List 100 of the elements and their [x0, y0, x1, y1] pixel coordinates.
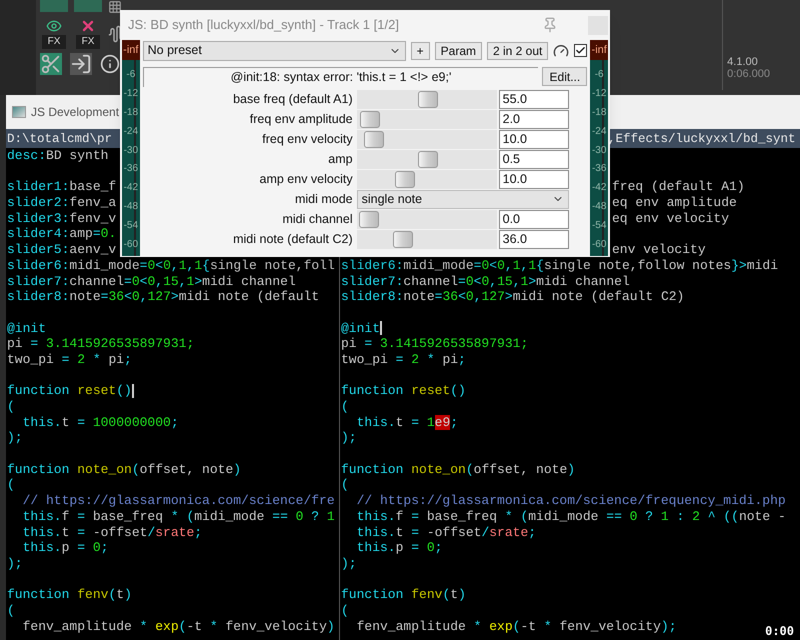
code-line: ( [341, 602, 349, 619]
code-line: this.t = 1e9; [356, 414, 458, 430]
time-position: 0:06.000 [727, 68, 770, 80]
code-line: two_pi = 2 * pi; [7, 352, 132, 368]
file-path: D:\totalcmd\pr [7, 130, 112, 148]
fx-button[interactable]: FX [42, 35, 66, 49]
meter-tick-label: -48 [124, 200, 138, 213]
slider-thumb[interactable] [359, 210, 380, 228]
code-line: slider7:channel=0<0,15,1>midi channel [341, 274, 630, 290]
fx-button[interactable]: FX [76, 35, 100, 49]
value-field[interactable]: 2.0 [498, 110, 569, 128]
code-line: slider7:channel=0<0,15,1>midi channel [7, 274, 296, 290]
code-line: this.f = base_freq * (midi_mode == 0 ? 1 [22, 508, 335, 524]
time-readout: 0:00 [765, 625, 794, 637]
info-icon[interactable] [100, 54, 120, 74]
code-line: ); [341, 556, 357, 572]
meter-tick-label: -42 [592, 182, 606, 194]
mode-dropdown[interactable]: single note [356, 190, 569, 208]
plugin-window-title: JS: BD synth [luckyxxl/bd_synth] - Track 1 [1/2] [128, 16, 399, 34]
code-line: this.t = -offset/srate; [356, 524, 536, 540]
code-line: this.f = base_freq * (midi_mode == 0 ? 1 : 2 ^ ((note - [356, 508, 786, 524]
code-line: ( [341, 399, 349, 415]
code-line: pi = 3.1415926535897931; [341, 336, 528, 352]
grid-icon[interactable] [108, 0, 122, 14]
meter-tick-label: -18 [124, 106, 138, 119]
code-line: @init [341, 320, 382, 336]
meter-tick-label: -24 [124, 126, 138, 138]
parameter-label: amp env velocity [258, 170, 354, 188]
close-icon[interactable] [80, 18, 96, 34]
code-line: desc:BD synth [7, 148, 108, 164]
code-line: function reset() [7, 383, 134, 399]
meter-tick-label: -54 [592, 220, 606, 232]
value-field[interactable]: 10.0 [498, 170, 569, 188]
code-line: fenv_amplitude * exp(-t * fenv_velocity) [22, 618, 335, 634]
slider-thumb[interactable] [418, 150, 438, 168]
meter-tick-label: -60 [592, 238, 606, 251]
code-line: function fenv(t) [341, 587, 466, 603]
meter-tick-label: -36 [592, 163, 606, 176]
meter-tick-label: -6 [126, 69, 136, 82]
toolbar-button[interactable]: + [410, 42, 430, 60]
meter-tick-label: -54 [124, 220, 138, 232]
meter-tick-label: -24 [592, 126, 606, 138]
toolbar-button[interactable]: 2 in 2 out [486, 42, 548, 60]
code-line: ); [7, 430, 23, 446]
slider-thumb[interactable] [418, 90, 438, 108]
code-line: function fenv(t) [7, 587, 132, 603]
code-line: slider4:amp=0. [7, 226, 116, 242]
value-field[interactable]: 10.0 [498, 130, 569, 148]
meter-tick-label: -36 [124, 163, 138, 176]
parameter-label: base freq (default A1) [232, 90, 354, 108]
code-line: ); [341, 430, 357, 446]
code-line: this.p = 0; [22, 540, 108, 556]
code-line: ( [7, 602, 15, 619]
code-line: two_pi = 2 * pi; [341, 352, 466, 368]
scissors-icon[interactable] [40, 53, 62, 75]
toolbar-tile[interactable] [74, 0, 102, 12]
code-line: eq env velocity [612, 210, 730, 226]
code-line: function note_on(offset, note) [7, 462, 242, 478]
knob-icon[interactable] [553, 42, 570, 58]
code-line: ( [7, 477, 15, 494]
code-line: ); [7, 556, 23, 572]
value-field[interactable]: 0.5 [498, 150, 569, 168]
code-line: this.p = 0; [356, 540, 442, 556]
preset-dropdown[interactable]: No preset [142, 40, 406, 60]
value-field[interactable]: 0.0 [498, 210, 569, 228]
parameter-label: midi channel [281, 210, 354, 228]
slider-thumb[interactable] [392, 230, 413, 248]
toolbar-button[interactable]: Param [434, 42, 482, 60]
check-icon [575, 45, 586, 56]
code-line: eq env amplitude [612, 195, 737, 211]
meter-tick-label: -18 [592, 106, 606, 119]
code-line: slider3:fenv_v [7, 210, 116, 226]
bar-position: 4.1.00 [727, 56, 758, 68]
arrow-into-box-icon[interactable] [70, 53, 92, 75]
slider-thumb[interactable] [364, 130, 384, 148]
code-line: slider5:aenv_v [7, 242, 116, 258]
eye-icon[interactable] [46, 18, 62, 34]
parameter-label: freq env amplitude [248, 110, 354, 128]
parameter-label: freq env velocity [261, 130, 354, 148]
parameter-label: midi mode [294, 190, 354, 208]
value-field[interactable]: 55.0 [498, 90, 569, 108]
code-line: // https://glassarmonica.com/science/frequency_midi.php [356, 493, 786, 509]
app-icon [12, 106, 26, 118]
toolbar-tile[interactable] [40, 0, 68, 12]
edit-button[interactable]: Edit... [542, 67, 588, 86]
code-line: ( [341, 477, 349, 494]
bypass-checkbox[interactable] [574, 44, 588, 57]
code-line: slider6:midi_mode=0<0,1,1{single note,follow notes}>midi [341, 258, 778, 274]
code-line: slider2:fenv_a [7, 195, 116, 211]
code-line: slider8:note=36<0,127>midi note (default C2) [341, 289, 684, 305]
slider-thumb[interactable] [395, 170, 416, 188]
meter-tick-label: -48 [592, 200, 606, 213]
code-line: fenv_amplitude * exp(-t * fenv_velocity); [356, 618, 676, 634]
meter-tick-label: -6 [594, 69, 604, 82]
slider-thumb[interactable] [360, 110, 380, 128]
pin-icon[interactable] [542, 17, 558, 33]
code-line: @init [7, 320, 46, 336]
code-line: slider1:base_f [7, 179, 116, 196]
value-field[interactable]: 36.0 [498, 230, 569, 248]
code-line: function note_on(offset, note) [341, 462, 576, 478]
